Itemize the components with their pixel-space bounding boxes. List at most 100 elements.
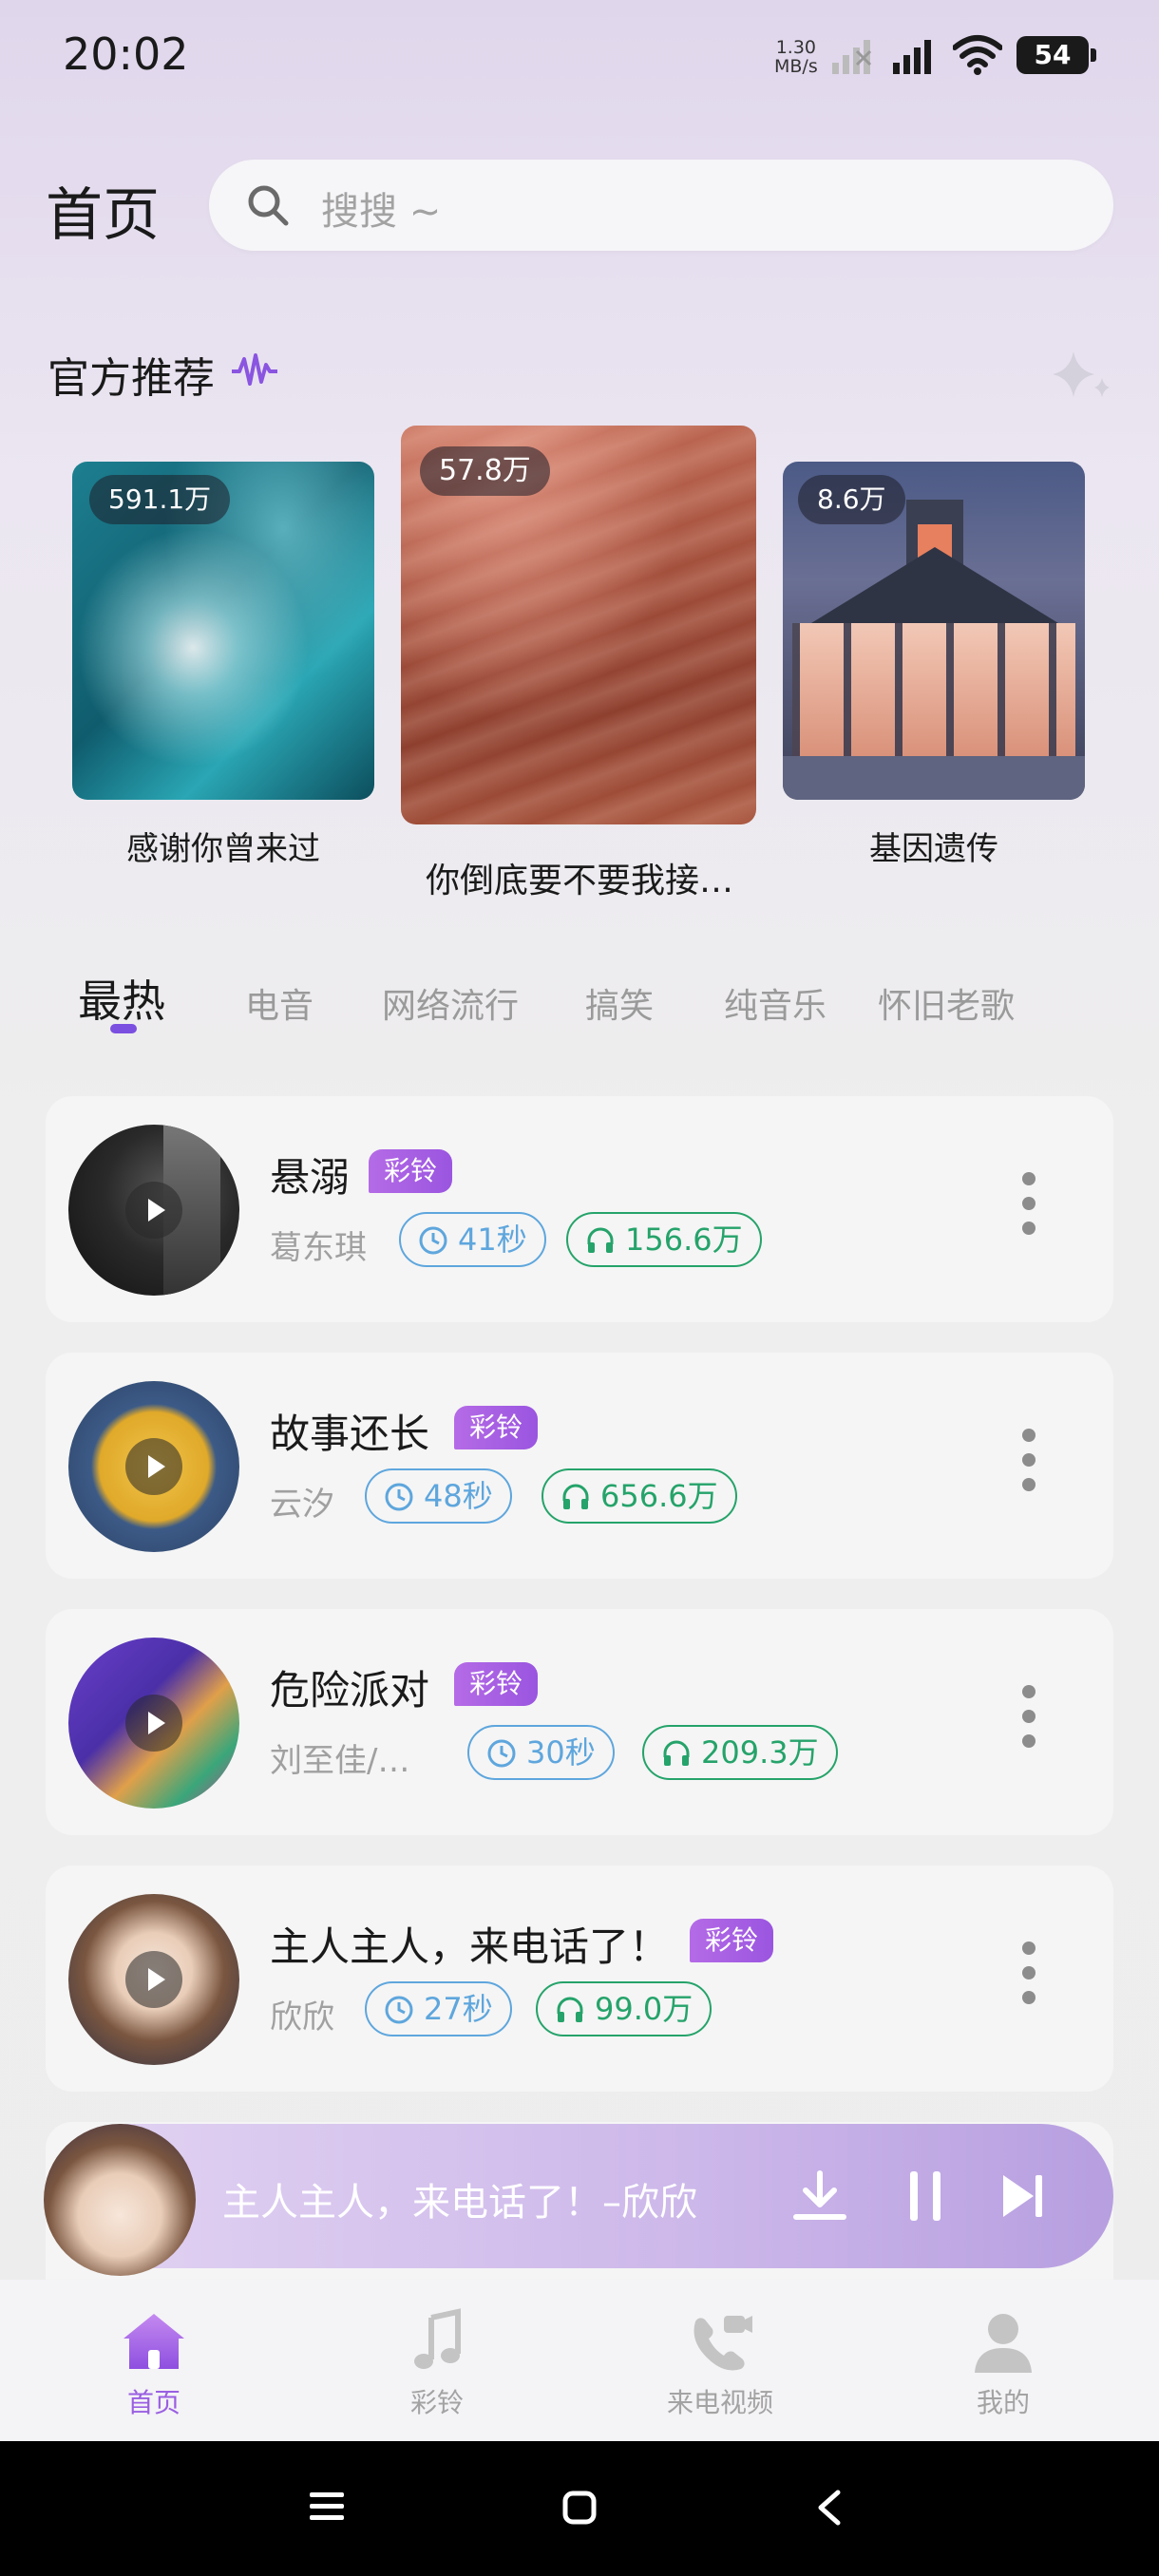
sparkle-icon[interactable] — [1049, 346, 1115, 403]
system-nav-bar — [0, 2441, 1159, 2576]
song-duration: 48秒 — [424, 1478, 493, 1514]
song-plays: 156.6万 — [625, 1222, 743, 1258]
ringtone-badge: 彩铃 — [454, 1662, 539, 1706]
net-speed: 1.30 MB/s — [774, 38, 818, 76]
ringtone-badge: 彩铃 — [454, 1406, 539, 1449]
play-icon[interactable] — [125, 1182, 182, 1239]
song-item[interactable]: 主人主人，来电话了！ 彩铃 欣欣 27秒 99.0万 — [46, 1866, 1113, 2092]
song-item[interactable]: 悬溺 彩铃 葛东琪 41秒 156.6万 — [46, 1096, 1113, 1322]
song-title: 悬溺 — [270, 1154, 351, 1201]
search-icon — [248, 185, 289, 226]
tab-funny[interactable]: 搞笑 — [585, 978, 654, 1028]
recommend-card-3[interactable]: 8.6万 — [783, 462, 1085, 800]
clock-icon — [487, 1739, 516, 1768]
play-count-badge: 57.8万 — [420, 446, 550, 496]
now-playing-title: 主人主人，来电话了！–欣欣 — [222, 2181, 697, 2225]
recommend-card-2[interactable]: 57.8万 — [401, 426, 756, 824]
recommend-title-1[interactable]: 感谢你曾来过 — [72, 823, 374, 869]
play-count-badge: 8.6万 — [798, 475, 905, 524]
clock-icon — [419, 1226, 447, 1255]
more-options-icon[interactable] — [1020, 1685, 1037, 1761]
song-item[interactable]: 故事还长 彩铃 云汐 48秒 656.6万 — [46, 1353, 1113, 1579]
headphones-icon — [663, 1740, 690, 1766]
section-title: 官方推荐 — [48, 354, 215, 403]
tab-electronic[interactable]: 电音 — [245, 978, 314, 1028]
more-options-icon[interactable] — [1020, 1172, 1037, 1248]
play-icon[interactable] — [125, 1438, 182, 1495]
net-speed-unit: MB/s — [774, 56, 818, 77]
more-options-icon[interactable] — [1020, 1429, 1037, 1505]
duration-pill: 48秒 — [365, 1468, 512, 1524]
battery-icon: 54 — [1016, 36, 1096, 74]
nav-home[interactable]: 首页 — [59, 2308, 249, 2420]
sound-wave-icon — [232, 353, 277, 386]
song-artist: 葛东琪 — [270, 1229, 367, 1267]
duration-pill: 41秒 — [399, 1212, 546, 1267]
song-cover[interactable] — [68, 1638, 239, 1809]
song-title: 主人主人，来电话了！ — [270, 1923, 670, 1970]
tab-oldies[interactable]: 怀旧老歌 — [878, 978, 1015, 1028]
play-icon[interactable] — [125, 1951, 182, 2008]
menu-icon[interactable] — [310, 2491, 344, 2523]
net-speed-value: 1.30 — [775, 37, 817, 58]
ringtone-badge: 彩铃 — [690, 1919, 774, 1962]
tab-internet-pop[interactable]: 网络流行 — [382, 978, 519, 1028]
signal-icon — [893, 40, 931, 74]
duration-pill: 27秒 — [365, 1981, 512, 2036]
nav-ringtone[interactable]: 彩铃 — [342, 2308, 532, 2420]
recommend-title-3[interactable]: 基因遗传 — [783, 823, 1085, 869]
next-track-icon[interactable] — [999, 2171, 1045, 2221]
nav-label: 彩铃 — [409, 2387, 464, 2418]
song-duration: 27秒 — [424, 1991, 493, 2027]
phone-video-icon — [694, 2316, 752, 2371]
search-placeholder: 搜搜 ~ — [321, 190, 442, 234]
plays-pill: 209.3万 — [642, 1725, 838, 1780]
mini-player[interactable]: 主人主人，来电话了！–欣欣 — [51, 2124, 1113, 2268]
plays-pill: 156.6万 — [566, 1212, 762, 1267]
signal-weak-icon — [832, 40, 872, 74]
tab-hot[interactable]: 最热 — [78, 967, 165, 1030]
battery-level: 54 — [1016, 36, 1089, 74]
duration-pill: 30秒 — [467, 1725, 615, 1780]
song-item[interactable]: 危险派对 彩铃 刘至佳/… 30秒 209.3万 — [46, 1609, 1113, 1835]
home-button-icon[interactable] — [562, 2491, 597, 2525]
wifi-icon — [953, 35, 1002, 75]
download-icon[interactable] — [792, 2169, 847, 2223]
user-icon — [975, 2314, 1032, 2373]
nav-label: 来电视频 — [666, 2387, 773, 2418]
headphones-icon — [562, 1484, 589, 1509]
plays-pill: 656.6万 — [542, 1468, 737, 1524]
clock-icon — [385, 1483, 413, 1511]
page-title: 首页 — [46, 182, 160, 249]
home-icon — [124, 2314, 184, 2369]
song-title: 危险派对 — [270, 1667, 430, 1714]
tab-indicator — [110, 1024, 137, 1033]
ringtone-badge: 彩铃 — [369, 1149, 453, 1193]
back-icon[interactable] — [815, 2489, 844, 2527]
pause-icon[interactable] — [906, 2168, 944, 2225]
more-options-icon[interactable] — [1020, 1941, 1037, 2017]
song-cover[interactable] — [68, 1894, 239, 2065]
now-playing-cover[interactable] — [44, 2124, 196, 2276]
play-icon[interactable] — [125, 1695, 182, 1752]
search-input[interactable]: 搜搜 ~ — [209, 160, 1113, 251]
song-cover[interactable] — [68, 1381, 239, 1552]
play-count-badge: 591.1万 — [89, 475, 231, 524]
song-artist: 刘至佳/… — [270, 1742, 410, 1780]
nav-mine[interactable]: 我的 — [908, 2308, 1098, 2420]
song-cover[interactable] — [68, 1125, 239, 1296]
song-title: 故事还长 — [270, 1411, 430, 1457]
status-time: 20:02 — [63, 28, 189, 80]
recommend-title-2[interactable]: 你倒底要不要我接… — [390, 853, 770, 902]
song-artist: 欣欣 — [270, 1998, 334, 2036]
song-duration: 30秒 — [526, 1734, 596, 1771]
tab-pure-music[interactable]: 纯音乐 — [724, 978, 826, 1028]
nav-label: 首页 — [126, 2387, 180, 2418]
nav-label: 我的 — [976, 2387, 1030, 2418]
nav-call-video[interactable]: 来电视频 — [625, 2308, 815, 2420]
recommend-card-1[interactable]: 591.1万 — [72, 462, 374, 800]
clock-icon — [385, 1996, 413, 2024]
bottom-nav: 首页 彩铃 来电视频 我的 — [0, 2280, 1159, 2441]
headphones-icon — [557, 1997, 583, 2022]
song-plays: 209.3万 — [701, 1734, 819, 1771]
